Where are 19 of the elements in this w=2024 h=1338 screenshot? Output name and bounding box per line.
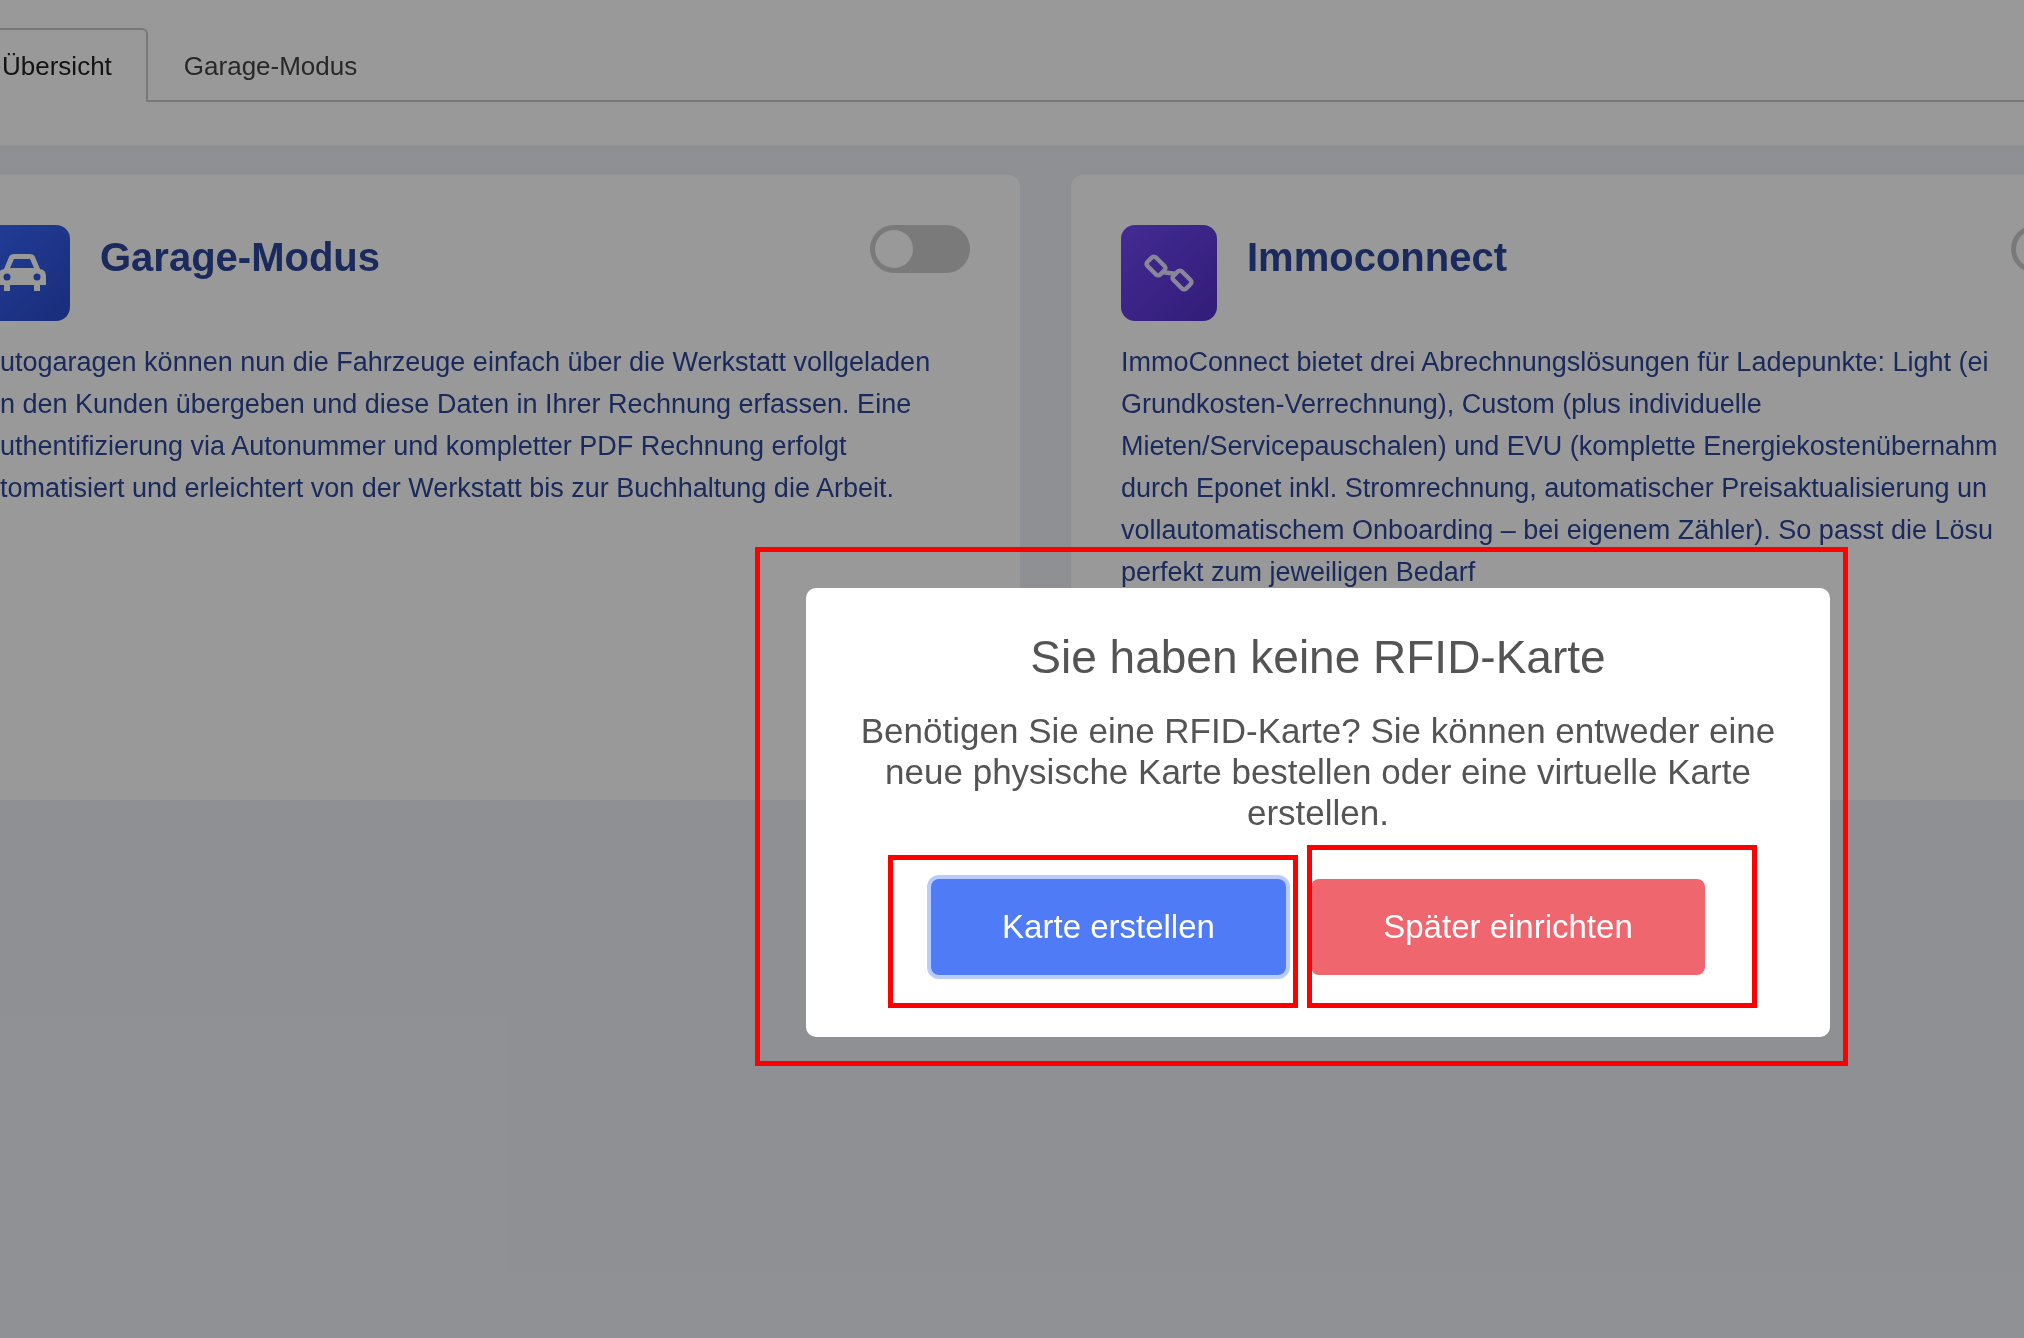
later-button[interactable]: Später einrichten — [1311, 879, 1705, 975]
description-line: durch Eponet inkl. Stromrechnung, automatischer Preisaktualisierung un — [1121, 472, 1988, 505]
description-line: n den Kunden übergeben und diese Daten in Ihrer Rechnung erfassen. Eine — [0, 388, 913, 421]
card-title: Garage-Modus — [100, 234, 381, 280]
tab[interactable]: Übersicht — [0, 28, 148, 102]
description-line: Grundkosten-Verrechnung), Custom (plus individuelle — [1121, 388, 1763, 421]
description-line: ImmoConnect bietet drei Abrechnungslösungen für Ladepunkte: Light (ei — [1121, 346, 1990, 379]
card-title: Immoconnect — [1247, 234, 1508, 280]
toggle-switch[interactable] — [870, 225, 970, 273]
description-line: vollautomatischem Onboarding – bei eigenem Zähler). So passt die Lösu — [1121, 514, 1994, 547]
chain-link-icon — [1121, 225, 1217, 321]
tab[interactable]: Garage-Modus — [147, 28, 394, 102]
dialog-message: Benötigen Sie eine RFID-Karte? Sie können entweder eine neue physische Karte bestellen oder eine virtuelle Karte erstellen. — [859, 710, 1777, 833]
description-line: Mieten/Servicepauschalen) und EVU (komplette Energiekostenübernahm — [1121, 430, 1999, 463]
dialog-title: Sie haben keine RFID-Karte — [1030, 630, 1606, 684]
description-line: uthentifizierung via Autonummer und kompletter PDF Rechnung erfolgt — [0, 430, 848, 463]
description-line: perfekt zum jeweiligen Bedarf — [1121, 556, 1477, 589]
description-line: tomatisiert und erleichtert von der Werkstatt bis zur Buchhaltung die Arbeit. — [0, 472, 895, 505]
description-line: utogaragen können nun die Fahrzeuge einfach über die Werkstatt vollgeladen — [0, 346, 932, 379]
